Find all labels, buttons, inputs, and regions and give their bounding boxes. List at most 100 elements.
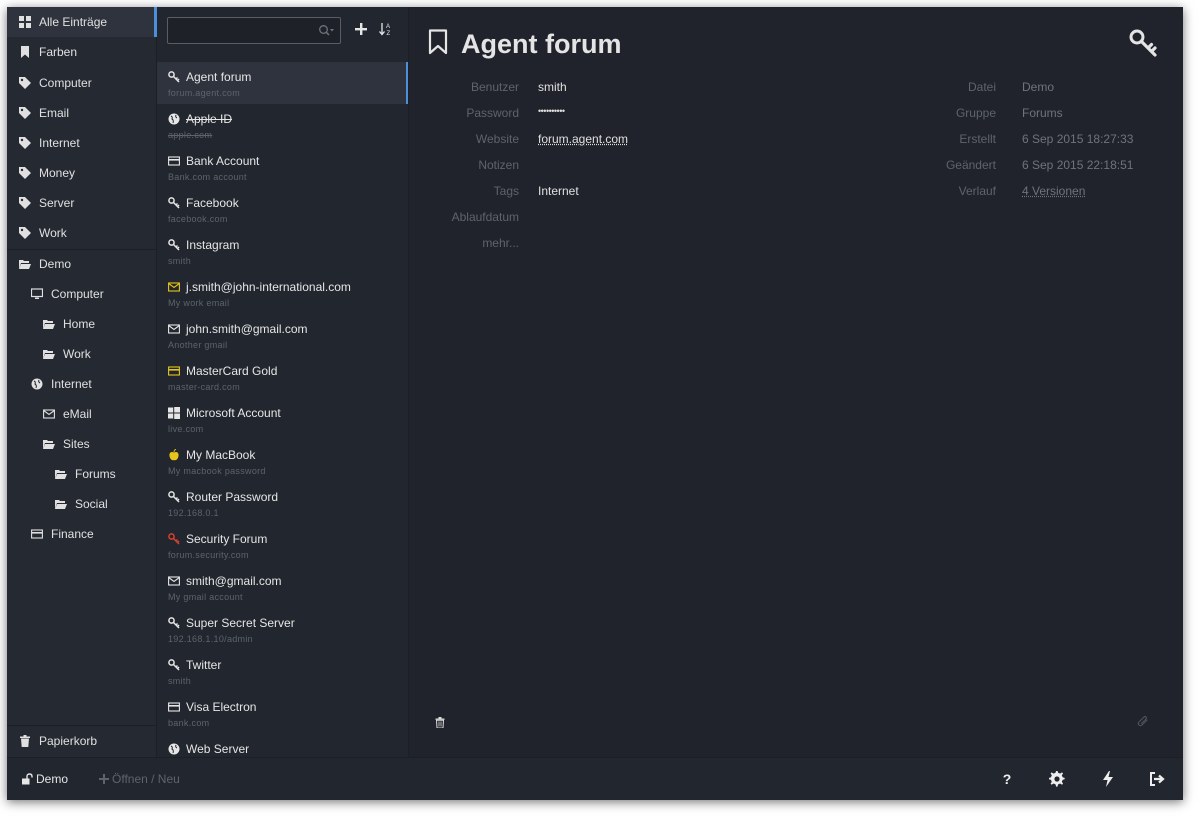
sidebar-item-label: Home: [63, 317, 96, 331]
list-item[interactable]: Microsoft Account live.com: [157, 398, 408, 440]
list-item[interactable]: j.smith@john-international.com My work e…: [157, 272, 408, 314]
list-item[interactable]: smith@gmail.com My gmail account: [157, 566, 408, 608]
tag-icon: [19, 227, 31, 239]
gear-icon: [1049, 771, 1065, 787]
globe-icon: [168, 743, 180, 755]
windows-icon: [168, 407, 180, 419]
settings-button[interactable]: [1048, 770, 1066, 788]
search-box[interactable]: [167, 17, 341, 44]
sidebar-item-label: Finance: [51, 527, 94, 541]
entry-title: Facebook: [186, 196, 239, 210]
delete-entry-trash-icon[interactable]: [435, 717, 445, 728]
sidebar-item-group-demo[interactable]: Demo: [7, 249, 157, 279]
bolt-icon: [1103, 771, 1113, 787]
help-button[interactable]: ?: [998, 770, 1016, 788]
list-item[interactable]: Router Password 192.168.0.1: [157, 482, 408, 524]
sidebar-item-group-home[interactable]: Home: [7, 309, 157, 339]
sidebar-item-label: Email: [39, 106, 70, 120]
credit-card-icon: [168, 365, 180, 377]
field-value-password[interactable]: ••••••••••: [538, 106, 565, 116]
credit-card-icon: [168, 155, 180, 167]
sidebar-item-group-forums[interactable]: Forums: [7, 459, 157, 489]
sidebar-item-label: Farben: [39, 45, 78, 59]
folder-open-icon: [43, 348, 55, 360]
website-link[interactable]: forum.agent.com: [538, 132, 628, 146]
entry-title: Web Server: [186, 742, 250, 756]
meta-label-file: Datei: [967, 80, 996, 94]
entry-title: My MacBook: [186, 448, 256, 462]
tag-icon: [19, 197, 31, 209]
list-item[interactable]: Twitter smith: [157, 650, 408, 692]
paperclip-icon[interactable]: [1137, 715, 1149, 727]
field-value-tags[interactable]: Internet: [538, 184, 579, 198]
open-new-button[interactable]: Öffnen / Neu: [99, 772, 180, 786]
entry-subtitle: forum.agent.com: [168, 88, 241, 98]
entry-title: Twitter: [186, 658, 222, 672]
globe-icon: [168, 113, 180, 125]
list-item[interactable]: My MacBook My macbook password: [157, 440, 408, 482]
entry-subtitle: live.com: [168, 424, 204, 434]
sidebar-item-group-internet[interactable]: Internet: [7, 369, 157, 399]
meta-value-file: Demo: [1022, 80, 1055, 94]
add-entry-button[interactable]: [353, 21, 369, 37]
search-icon[interactable]: [318, 24, 334, 38]
list-item[interactable]: Agent forum forum.agent.com: [157, 62, 408, 104]
sidebar-item-tag-internet[interactable]: Internet: [7, 128, 157, 158]
sidebar-item-group-computer[interactable]: Computer: [7, 279, 157, 309]
generator-button[interactable]: [1099, 770, 1117, 788]
search-input[interactable]: [168, 18, 308, 43]
meta-value-group[interactable]: Forums: [1022, 106, 1063, 120]
folder-open-icon: [43, 438, 55, 450]
list-item[interactable]: Apple ID apple.com: [157, 104, 408, 146]
sidebar-item-tag-money[interactable]: Money: [7, 158, 157, 188]
sidebar-item-group-work[interactable]: Work: [7, 339, 157, 369]
key-icon[interactable]: [1129, 29, 1157, 57]
bookmark-icon[interactable]: [428, 29, 448, 55]
entry-subtitle: Bank.com account: [168, 172, 247, 182]
history-link[interactable]: 4 Versionen: [1022, 184, 1085, 198]
list-item[interactable]: Visa Electron bank.com: [157, 692, 408, 734]
envelope-icon: [168, 575, 180, 587]
entry-subtitle: My gmail account: [168, 592, 243, 602]
sidebar-item-tag-computer[interactable]: Computer: [7, 68, 157, 98]
list-item[interactable]: john.smith@gmail.com Another gmail: [157, 314, 408, 356]
sort-button[interactable]: AZ: [378, 21, 394, 37]
sidebar-item-label: Computer: [51, 287, 104, 301]
sidebar-item-group-social[interactable]: Social: [7, 489, 157, 519]
sidebar-item-trash[interactable]: Papierkorb: [7, 726, 157, 756]
entry-title-heading[interactable]: Agent forum: [461, 29, 621, 60]
tag-icon: [19, 167, 31, 179]
sidebar-item-group-sites[interactable]: Sites: [7, 429, 157, 459]
sidebar-item-tag-email[interactable]: Email: [7, 98, 157, 128]
list-item[interactable]: Facebook facebook.com: [157, 188, 408, 230]
sidebar-item-group-finance[interactable]: Finance: [7, 519, 157, 549]
field-label-expiry: Ablaufdatum: [451, 210, 519, 224]
more-fields-link[interactable]: mehr...: [409, 236, 519, 250]
sidebar-item-label: Alle Einträge: [39, 15, 108, 29]
envelope-icon: [168, 281, 180, 293]
logout-button[interactable]: [1148, 770, 1166, 788]
sidebar-item-label: Server: [39, 196, 75, 210]
list-item[interactable]: Instagram smith: [157, 230, 408, 272]
list-item[interactable]: Security Forum forum.security.com: [157, 524, 408, 566]
list-item[interactable]: Super Secret Server 192.168.1.10/admin: [157, 608, 408, 650]
open-file-demo[interactable]: Demo: [21, 772, 68, 786]
field-value-user[interactable]: smith: [538, 80, 567, 94]
field-label-website: Website: [475, 132, 519, 146]
key-icon: [168, 71, 180, 83]
key-icon: [168, 491, 180, 503]
list-item[interactable]: Bank Account Bank.com account: [157, 146, 408, 188]
sidebar-item-colors[interactable]: Farben: [7, 37, 157, 67]
entry-title: Apple ID: [186, 112, 233, 126]
sidebar-item-tag-server[interactable]: Server: [7, 188, 157, 218]
sidebar-item-all-entries[interactable]: Alle Einträge: [7, 7, 157, 37]
sidebar-item-label: Forums: [75, 467, 116, 481]
sidebar-item-group-email[interactable]: eMail: [7, 399, 157, 429]
sidebar-item-tag-work[interactable]: Work: [7, 218, 157, 248]
list-item[interactable]: Web Server: [157, 734, 408, 757]
tag-icon: [19, 137, 31, 149]
field-label-notes: Notizen: [478, 158, 519, 172]
list-item[interactable]: MasterCard Gold master-card.com: [157, 356, 408, 398]
entry-title: Agent forum: [186, 70, 252, 84]
entry-title: MasterCard Gold: [186, 364, 278, 378]
